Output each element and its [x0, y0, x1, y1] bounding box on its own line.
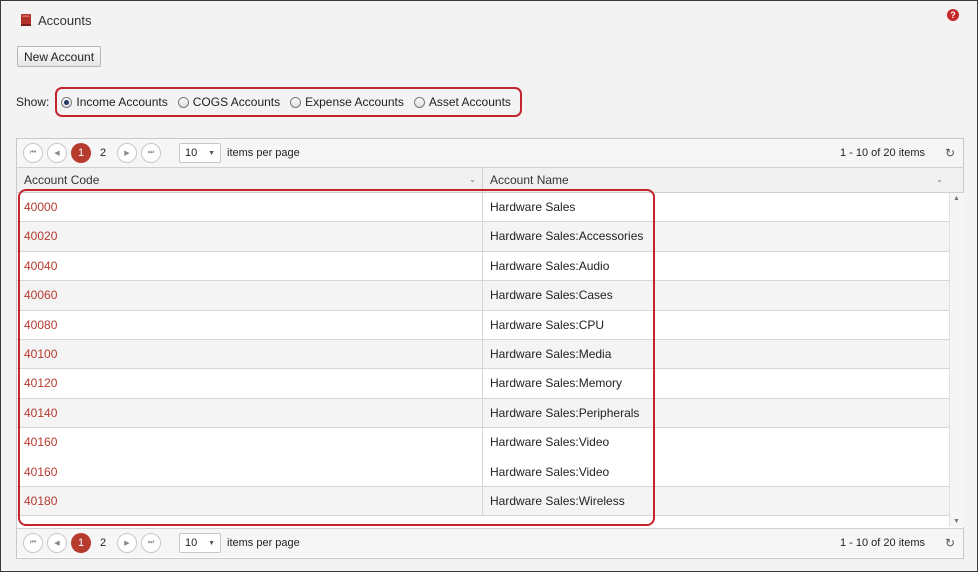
items-per-page-label: items per page	[227, 537, 300, 549]
last-page-icon[interactable]: ⏭	[141, 533, 161, 553]
account-type-filter: Show: Income Accounts COGS Accounts Expe…	[16, 87, 522, 117]
prev-page-icon[interactable]: ◀	[47, 533, 67, 553]
scroll-up-icon[interactable]: ▲	[953, 195, 960, 202]
page-size-select[interactable]: 10 ▼	[179, 143, 221, 163]
help-icon[interactable]: ?	[947, 9, 959, 21]
table-row[interactable]: 40140 Hardware Sales:Peripherals	[17, 398, 949, 429]
table-row[interactable]: 40100 Hardware Sales:Media	[17, 339, 949, 370]
account-name-cell: Hardware Sales:CPU	[490, 317, 605, 332]
account-code-link[interactable]: 40020	[17, 222, 483, 251]
grid-header: Account Code ⌄ Account Name ⌄	[17, 168, 963, 193]
refresh-icon[interactable]: ↻	[945, 536, 955, 550]
account-code-link[interactable]: 40140	[17, 398, 483, 428]
dropdown-arrow-icon: ▼	[208, 149, 215, 157]
account-name-cell: Hardware Sales:Cases	[490, 288, 613, 303]
page-title: Accounts	[38, 12, 92, 28]
table-row[interactable]: 40040 Hardware Sales:Audio	[17, 251, 949, 282]
dropdown-arrow-icon: ▼	[208, 539, 215, 547]
items-per-page-label: items per page	[227, 147, 300, 159]
column-header-account-code[interactable]: Account Code ⌄	[17, 168, 483, 192]
show-label: Show:	[16, 95, 50, 109]
radio-checked-icon[interactable]	[61, 96, 73, 108]
scroll-down-icon[interactable]: ▼	[953, 518, 960, 525]
table-row[interactable]: 40020 Hardware Sales:Accessories	[17, 222, 949, 252]
pager-top: ⏮ ◀ 1 2 ▶ ⏭ 10 ▼ items per page 1 - 10 o…	[17, 139, 963, 168]
account-code-link[interactable]: 40180	[17, 486, 483, 516]
radio-cogs-accounts[interactable]: COGS Accounts	[177, 95, 281, 109]
table-row[interactable]: 40000 Hardware Sales	[17, 193, 949, 223]
account-name-cell: Hardware Sales:Audio	[490, 258, 610, 273]
radio-unchecked-icon[interactable]	[177, 96, 189, 108]
account-code-link[interactable]: 40120	[17, 369, 483, 398]
column-header-label: Account Code	[24, 173, 100, 187]
account-name-cell: Hardware Sales:Wireless	[490, 493, 625, 508]
page-2-button[interactable]: 2	[93, 533, 113, 553]
refresh-icon[interactable]: ↻	[945, 146, 955, 160]
page-1-button[interactable]: 1	[71, 143, 91, 163]
table-row[interactable]: 40160 Hardware Sales:Video	[17, 457, 949, 487]
table-row[interactable]: 40160 Hardware Sales:Video	[17, 428, 949, 458]
account-name-cell: Hardware Sales	[490, 200, 576, 214]
accounts-grid: ⏮ ◀ 1 2 ▶ ⏭ 10 ▼ items per page 1 - 10 o…	[16, 138, 964, 559]
account-code-link[interactable]: 40100	[17, 339, 483, 369]
column-menu-icon[interactable]: ⌄	[936, 168, 943, 192]
account-name-cell: Hardware Sales:Video	[490, 435, 610, 450]
first-page-icon[interactable]: ⏮	[23, 143, 43, 163]
account-code-link[interactable]: 40160	[17, 428, 483, 458]
radio-asset-accounts[interactable]: Asset Accounts	[413, 95, 511, 109]
page-size-select[interactable]: 10 ▼	[179, 533, 221, 553]
account-name-cell: Hardware Sales:Memory	[490, 376, 623, 391]
page-header: Accounts	[19, 11, 91, 29]
account-name-cell: Hardware Sales:Media	[490, 346, 612, 361]
account-code-link[interactable]: 40160	[17, 457, 483, 486]
radio-label: Asset Accounts	[428, 95, 511, 109]
account-name-cell: Hardware Sales:Video	[490, 464, 610, 479]
table-row[interactable]: 40120 Hardware Sales:Memory	[17, 369, 949, 399]
page-2-button[interactable]: 2	[93, 143, 113, 163]
page-size-value: 10	[185, 537, 198, 549]
account-code-link[interactable]: 40080	[17, 310, 483, 339]
prev-page-icon[interactable]: ◀	[47, 143, 67, 163]
next-page-icon[interactable]: ▶	[117, 533, 137, 553]
book-icon	[21, 14, 31, 26]
page-1-button[interactable]: 1	[71, 533, 91, 553]
first-page-icon[interactable]: ⏮	[23, 533, 43, 553]
table-row[interactable]: 40180 Hardware Sales:Wireless	[17, 486, 949, 517]
column-header-account-name[interactable]: Account Name ⌄	[483, 168, 949, 192]
account-type-radio-group: Income Accounts COGS Accounts Expense Ac…	[55, 87, 522, 117]
account-code-link[interactable]: 40000	[17, 193, 483, 222]
page-size-value: 10	[185, 147, 198, 159]
radio-unchecked-icon[interactable]	[413, 96, 425, 108]
radio-unchecked-icon[interactable]	[290, 96, 302, 108]
radio-expense-accounts[interactable]: Expense Accounts	[290, 95, 404, 109]
last-page-icon[interactable]: ⏭	[141, 143, 161, 163]
grid-body: 40000 Hardware Sales 40020 Hardware Sale…	[17, 193, 949, 527]
radio-label: Income Accounts	[76, 95, 168, 109]
radio-label: Expense Accounts	[305, 95, 404, 109]
radio-label: COGS Accounts	[192, 95, 281, 109]
account-name-cell: Hardware Sales:Accessories	[490, 229, 644, 244]
column-header-label: Account Name	[490, 173, 569, 187]
table-row[interactable]: 40080 Hardware Sales:CPU	[17, 310, 949, 340]
column-menu-icon[interactable]: ⌄	[469, 168, 476, 192]
account-name-cell: Hardware Sales:Peripherals	[490, 405, 640, 420]
account-code-link[interactable]: 40060	[17, 281, 483, 310]
new-account-button[interactable]: New Account	[17, 46, 102, 67]
account-code-link[interactable]: 40040	[17, 251, 483, 281]
vertical-scrollbar[interactable]: ▲ ▼	[949, 193, 964, 527]
pager-bottom: ⏮ ◀ 1 2 ▶ ⏭ 10 ▼ items per page 1 - 10 o…	[17, 528, 963, 557]
pager-info: 1 - 10 of 20 items	[840, 537, 925, 549]
table-row[interactable]: 40060 Hardware Sales:Cases	[17, 281, 949, 311]
pager-info: 1 - 10 of 20 items	[840, 147, 925, 159]
next-page-icon[interactable]: ▶	[117, 143, 137, 163]
radio-income-accounts[interactable]: Income Accounts	[61, 95, 168, 109]
